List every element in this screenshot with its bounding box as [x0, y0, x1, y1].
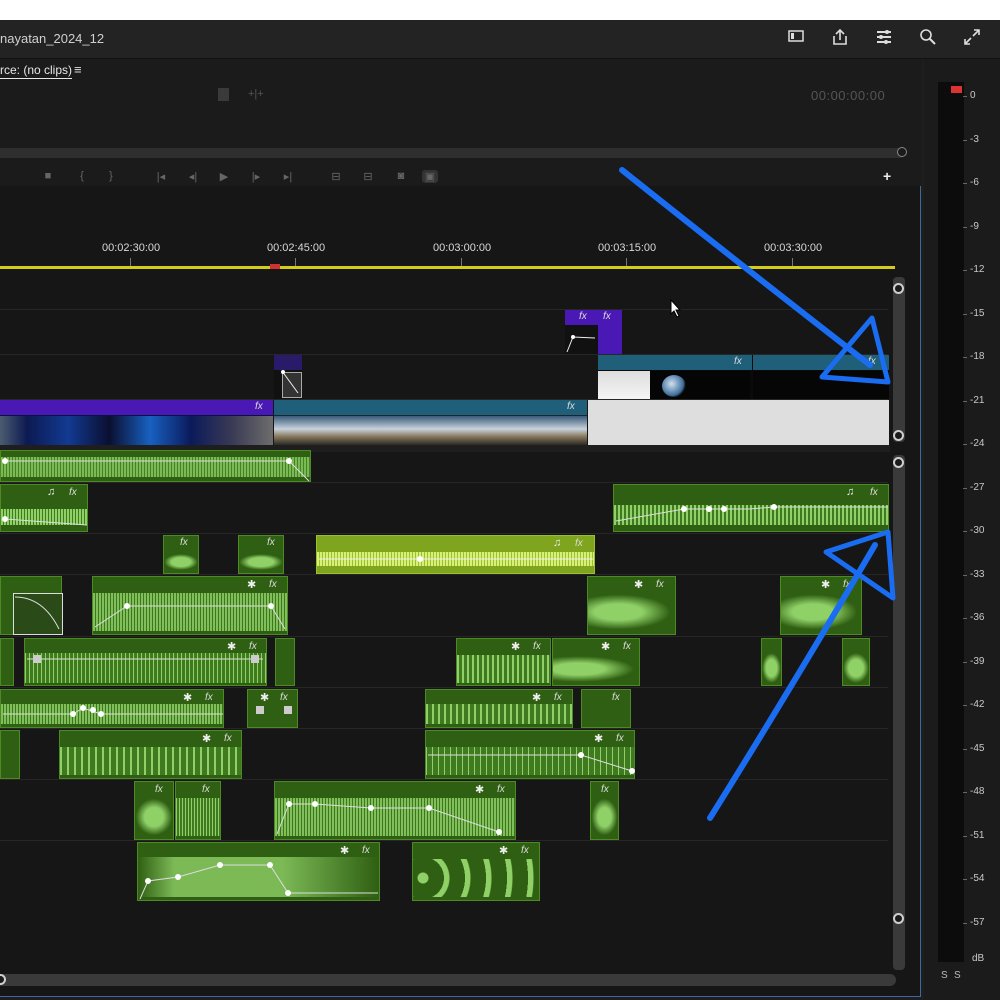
- annotation-arrows: [619, 167, 896, 821]
- mouse-cursor: [670, 299, 682, 318]
